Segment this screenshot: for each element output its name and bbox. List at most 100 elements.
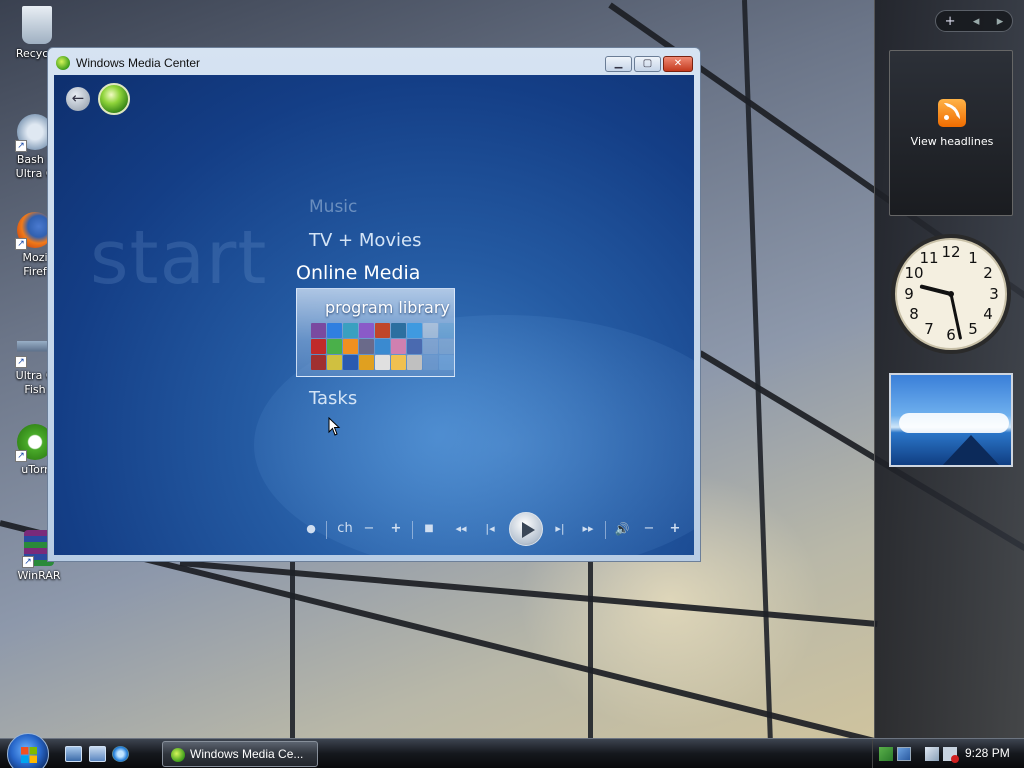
program-thumbnail	[423, 323, 438, 338]
prev-gadgets-button[interactable]: ◂	[973, 14, 980, 29]
mouse-cursor-icon	[328, 417, 341, 436]
stop-button[interactable]: ■	[422, 511, 436, 547]
svg-text:12: 12	[941, 243, 960, 261]
start-button[interactable]	[7, 733, 49, 768]
program-thumbnails	[311, 323, 454, 370]
taskbar-button-media-center[interactable]: Windows Media Ce...	[162, 741, 318, 767]
record-button[interactable]: ●	[304, 511, 318, 547]
transport-divider	[326, 521, 327, 539]
menu-item-music[interactable]: Music	[309, 197, 357, 217]
switch-windows-icon[interactable]	[89, 746, 106, 762]
media-center-logo-icon	[56, 56, 70, 70]
bg-pillar	[588, 560, 593, 740]
clock-center	[948, 291, 954, 297]
shortcut-arrow-icon: ↗	[15, 140, 27, 152]
program-thumbnail	[439, 323, 454, 338]
svg-text:4: 4	[983, 305, 993, 323]
tray-volume-muted-icon[interactable]	[943, 747, 959, 763]
program-thumbnail	[311, 339, 326, 354]
svg-text:3: 3	[989, 285, 999, 303]
menu-item-online-media[interactable]: Online Media	[296, 262, 420, 284]
program-thumbnail	[391, 339, 406, 354]
svg-text:8: 8	[909, 305, 919, 323]
program-thumbnail	[375, 339, 390, 354]
svg-text:11: 11	[919, 249, 938, 267]
clock-gadget[interactable]: 12 12 345 678 91011	[889, 232, 1013, 356]
program-thumbnail	[327, 323, 342, 338]
transport-controls: ● ch − + ■ ◂◂ |◂ ▸| ▸▸ 🔊 − +	[304, 511, 694, 547]
play-icon	[522, 522, 535, 538]
fast-forward-button[interactable]: ▸▸	[576, 511, 600, 547]
maximize-button[interactable]: ▢	[634, 56, 661, 72]
bg-pillar	[290, 560, 295, 740]
program-library-tile[interactable]: program library	[296, 288, 455, 377]
svg-text:5: 5	[968, 320, 978, 338]
svg-text:9: 9	[904, 285, 914, 303]
program-thumbnail	[375, 355, 390, 370]
desktop-icon-label: WinRAR	[17, 569, 61, 582]
program-library-label: program library	[325, 298, 450, 317]
shortcut-arrow-icon: ↗	[15, 238, 27, 250]
program-thumbnail	[311, 355, 326, 370]
muted-x-icon	[951, 755, 959, 763]
windows-sidebar: + ◂ ▸ View headlines 12 1 2 345 678 9 10 11	[874, 0, 1024, 738]
tray-shield-icon[interactable]	[879, 747, 893, 761]
system-tray: 9:28 PM	[872, 739, 1024, 768]
close-button[interactable]: ✕	[663, 56, 693, 72]
svg-text:2: 2	[983, 264, 993, 282]
taskbar-button-label: Windows Media Ce...	[190, 747, 304, 761]
next-gadgets-button[interactable]: ▸	[997, 14, 1004, 29]
program-thumbnail	[343, 323, 358, 338]
program-thumbnail	[391, 323, 406, 338]
slideshow-gadget[interactable]	[889, 373, 1013, 467]
feed-headlines-gadget[interactable]: View headlines	[889, 50, 1013, 216]
menu-item-tasks[interactable]: Tasks	[309, 388, 357, 409]
menu-item-tv-movies[interactable]: TV + Movies	[309, 230, 421, 251]
channel-down-button[interactable]: −	[362, 511, 376, 547]
volume-up-button[interactable]: +	[668, 511, 682, 547]
show-desktop-icon[interactable]	[65, 746, 82, 762]
slideshow-pier	[941, 435, 1001, 465]
media-center-start-button[interactable]	[98, 83, 130, 115]
svg-text:1: 1	[968, 249, 978, 267]
windows-logo-icon	[21, 747, 37, 763]
transport-divider	[605, 521, 606, 539]
transport-divider	[412, 521, 413, 539]
channel-label: ch	[337, 521, 353, 536]
program-thumbnail	[327, 355, 342, 370]
volume-down-button[interactable]: −	[642, 511, 656, 547]
program-thumbnail	[343, 355, 358, 370]
slideshow-cloud	[899, 413, 1009, 433]
program-thumbnail	[391, 355, 406, 370]
program-thumbnail	[423, 355, 438, 370]
rss-icon	[938, 99, 966, 127]
mute-button[interactable]: 🔊	[612, 511, 632, 547]
svg-text:6: 6	[946, 326, 956, 344]
skip-back-button[interactable]: |◂	[479, 511, 501, 547]
program-thumbnail	[423, 339, 438, 354]
internet-explorer-icon[interactable]	[112, 746, 129, 762]
program-thumbnail	[407, 323, 422, 338]
rewind-button[interactable]: ◂◂	[449, 511, 473, 547]
program-thumbnail	[439, 339, 454, 354]
media-center-logo-icon	[171, 748, 185, 762]
back-arrow-icon[interactable]: ←	[66, 87, 90, 111]
window-titlebar[interactable]: Windows Media Center ▁ ▢ ✕	[48, 48, 700, 76]
add-gadget-button[interactable]: +	[945, 14, 956, 29]
program-thumbnail	[359, 355, 374, 370]
recycle-bin-icon	[22, 6, 52, 44]
skip-forward-button[interactable]: ▸|	[549, 511, 571, 547]
program-thumbnail	[359, 323, 374, 338]
program-thumbnail	[343, 339, 358, 354]
channel-up-button[interactable]: +	[389, 511, 403, 547]
svg-text:7: 7	[924, 320, 934, 338]
taskbar-clock[interactable]: 9:28 PM	[965, 746, 1010, 760]
program-thumbnail	[439, 355, 454, 370]
media-center-content: ← start Music TV + Movies Online Media p…	[54, 75, 694, 555]
play-button[interactable]	[509, 512, 543, 546]
minimize-button[interactable]: ▁	[605, 56, 632, 72]
view-headlines-link[interactable]: View headlines	[890, 135, 1014, 148]
tray-network-icon[interactable]	[897, 747, 911, 761]
tray-connection-icon[interactable]	[925, 747, 939, 761]
program-thumbnail	[311, 323, 326, 338]
